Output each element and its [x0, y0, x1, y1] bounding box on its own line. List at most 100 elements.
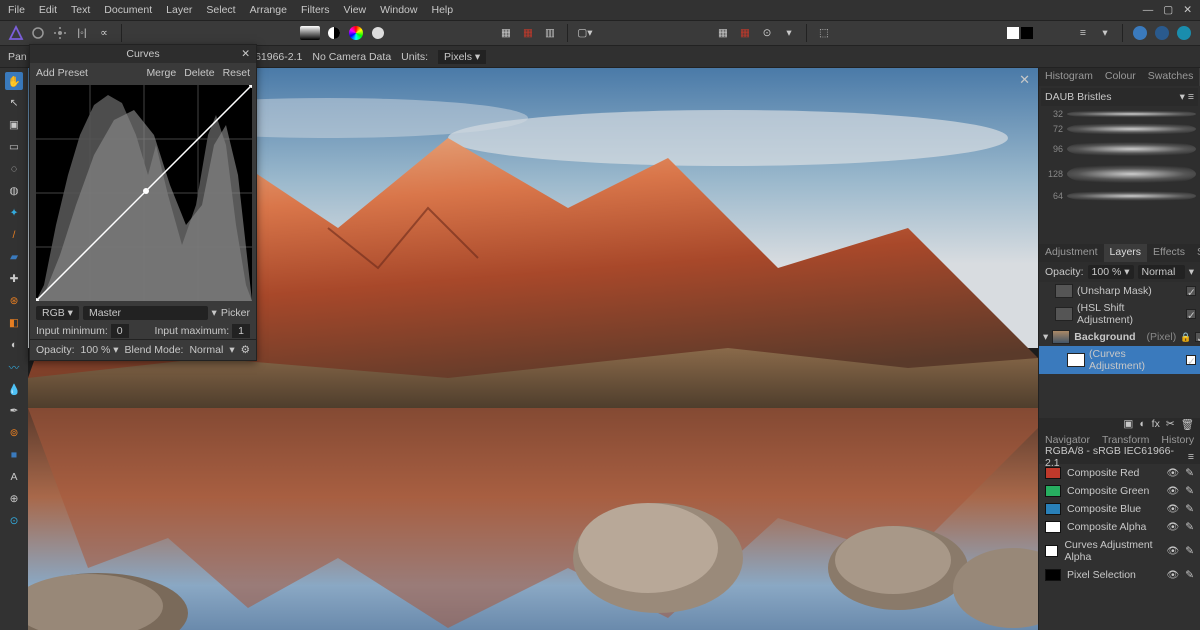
brush-preset[interactable]: 32: [1039, 108, 1200, 120]
edit-icon[interactable]: ✎: [1185, 569, 1194, 581]
expand-icon[interactable]: ▾: [1043, 331, 1048, 343]
menu-view[interactable]: View: [344, 4, 367, 16]
persona-liquify-icon[interactable]: [1154, 25, 1170, 41]
menu-file[interactable]: File: [8, 4, 25, 16]
contrast-icon[interactable]: [326, 25, 342, 41]
curves-channel-select[interactable]: RGB ▾: [36, 306, 79, 320]
adjustment-icon[interactable]: ◐: [1139, 418, 1145, 432]
move-tool[interactable]: ↖: [5, 94, 23, 112]
brush-category-select[interactable]: DAUB Bristles▾ ≡: [1041, 88, 1198, 106]
layer-row[interactable]: (Unsharp Mask)✓: [1039, 282, 1200, 300]
edit-icon[interactable]: ✎: [1185, 485, 1194, 497]
brush-preset[interactable]: 128: [1039, 160, 1200, 188]
edit-icon[interactable]: ✎: [1185, 467, 1194, 479]
channel-row[interactable]: Composite Green👁✎: [1039, 482, 1200, 500]
brush-preset[interactable]: 96: [1039, 138, 1200, 160]
menu-window[interactable]: Window: [380, 4, 417, 16]
assistant-icon[interactable]: ⬚: [816, 25, 832, 41]
flood-select-tool[interactable]: ✦: [5, 204, 23, 222]
edit-icon[interactable]: ✎: [1185, 521, 1194, 533]
menu-text[interactable]: Text: [71, 4, 90, 16]
visibility-icon[interactable]: 👁: [1166, 468, 1179, 479]
paint-brush-tool[interactable]: /: [5, 226, 23, 244]
menu-layer[interactable]: Layer: [166, 4, 192, 16]
circle-icon[interactable]: [370, 25, 386, 41]
visibility-icon[interactable]: 👁: [1166, 486, 1179, 497]
align-left-icon[interactable]: ≡: [1075, 25, 1091, 41]
picker-button[interactable]: Picker: [221, 307, 250, 319]
merge-button[interactable]: Merge: [146, 67, 176, 79]
maximize-icon[interactable]: ▢: [1163, 4, 1173, 16]
menu-arrange[interactable]: Arrange: [250, 4, 287, 16]
layer-row[interactable]: ▾Background (Pixel)🔒✓: [1039, 328, 1200, 346]
layer-new-icon[interactable]: ▢▾: [577, 25, 593, 41]
canvas-close-icon[interactable]: ✕: [1019, 72, 1030, 88]
tab-adjustment[interactable]: Adjustment: [1039, 244, 1104, 262]
visibility-icon[interactable]: 👁: [1166, 570, 1179, 581]
shape-tool[interactable]: ■: [5, 446, 23, 464]
swatch-a-icon[interactable]: [1007, 27, 1019, 39]
swatch-b-icon[interactable]: [1021, 27, 1033, 39]
clone-tool[interactable]: ⊛: [5, 292, 23, 310]
menu-select[interactable]: Select: [206, 4, 235, 16]
align-dropdown-icon[interactable]: ▾: [1097, 25, 1113, 41]
reset-button[interactable]: Reset: [223, 67, 250, 79]
tab-histogram[interactable]: Histogram: [1039, 68, 1099, 86]
curves-blend-select[interactable]: Normal: [189, 344, 223, 356]
layer-blend-select[interactable]: Normal: [1138, 265, 1185, 279]
snap-icon[interactable]: ▦: [737, 25, 753, 41]
settings-icon[interactable]: [52, 25, 68, 41]
grid-icon[interactable]: ▦: [715, 25, 731, 41]
menu-help[interactable]: Help: [431, 4, 453, 16]
blur-tool[interactable]: 💧: [5, 380, 23, 398]
minimize-icon[interactable]: —: [1143, 4, 1154, 16]
zoom-tool[interactable]: ⊙: [5, 512, 23, 530]
erase-tool[interactable]: ◧: [5, 314, 23, 332]
menu-filters[interactable]: Filters: [301, 4, 330, 16]
channel-row[interactable]: Pixel Selection👁✎: [1039, 566, 1200, 584]
menu-edit[interactable]: Edit: [39, 4, 57, 16]
selection-brush-tool[interactable]: ◍: [5, 182, 23, 200]
layer-row[interactable]: (Curves Adjustment)✓: [1039, 346, 1200, 374]
curves-dialog[interactable]: Curves✕ Add Preset Merge Delete Reset RG…: [29, 44, 257, 361]
channel-row[interactable]: Curves Adjustment Alpha👁✎: [1039, 536, 1200, 566]
fill-tool[interactable]: ▰: [5, 248, 23, 266]
input-max-field[interactable]: 1: [232, 324, 250, 338]
pen-tool[interactable]: ✒: [5, 402, 23, 420]
layer-row[interactable]: (HSL Shift Adjustment)✓: [1039, 300, 1200, 328]
fx-icon[interactable]: fx: [1152, 418, 1160, 432]
channel-row[interactable]: Composite Blue👁✎: [1039, 500, 1200, 518]
persona-develop-icon[interactable]: [1176, 25, 1192, 41]
quick-mask-icon[interactable]: ▥: [542, 25, 558, 41]
marquee-tool[interactable]: ▭: [5, 138, 23, 156]
magnet-icon[interactable]: ⊙: [759, 25, 775, 41]
layer-opacity-select[interactable]: 100 % ▾: [1088, 265, 1134, 279]
visibility-icon[interactable]: 👁: [1166, 546, 1179, 557]
curves-graph[interactable]: [36, 85, 252, 301]
close-icon[interactable]: ✕: [1183, 4, 1192, 16]
edit-icon[interactable]: ✎: [1185, 545, 1194, 557]
dodge-tool[interactable]: ◐: [5, 336, 23, 354]
tab-effects[interactable]: Effects: [1147, 244, 1191, 262]
tab-layers[interactable]: Layers: [1104, 244, 1148, 262]
persona-photo-icon[interactable]: [1132, 25, 1148, 41]
pan-tool[interactable]: ✋: [5, 72, 23, 90]
delete-layer-icon[interactable]: 🗑: [1181, 418, 1194, 432]
delete-button[interactable]: Delete: [184, 67, 214, 79]
input-min-field[interactable]: 0: [111, 324, 129, 338]
curves-opacity-select[interactable]: 100 % ▾: [81, 344, 119, 356]
crop-layer-icon[interactable]: ✂: [1166, 418, 1175, 432]
network-icon[interactable]: |◦|: [74, 25, 90, 41]
healing-tool[interactable]: ✚: [5, 270, 23, 288]
visibility-icon[interactable]: 👁: [1166, 504, 1179, 515]
close-icon[interactable]: ✕: [241, 48, 250, 60]
mask-icon[interactable]: ▣: [1123, 418, 1133, 432]
smudge-tool[interactable]: 〰: [5, 358, 23, 376]
refresh-icon[interactable]: [30, 25, 46, 41]
gear-icon[interactable]: ⚙: [241, 344, 250, 356]
retouch-tool[interactable]: ⊚: [5, 424, 23, 442]
selection-solid-icon[interactable]: ▦: [520, 25, 536, 41]
crop-tool[interactable]: ▣: [5, 116, 23, 134]
channel-row[interactable]: Composite Alpha👁✎: [1039, 518, 1200, 536]
text-tool[interactable]: A: [5, 468, 23, 486]
